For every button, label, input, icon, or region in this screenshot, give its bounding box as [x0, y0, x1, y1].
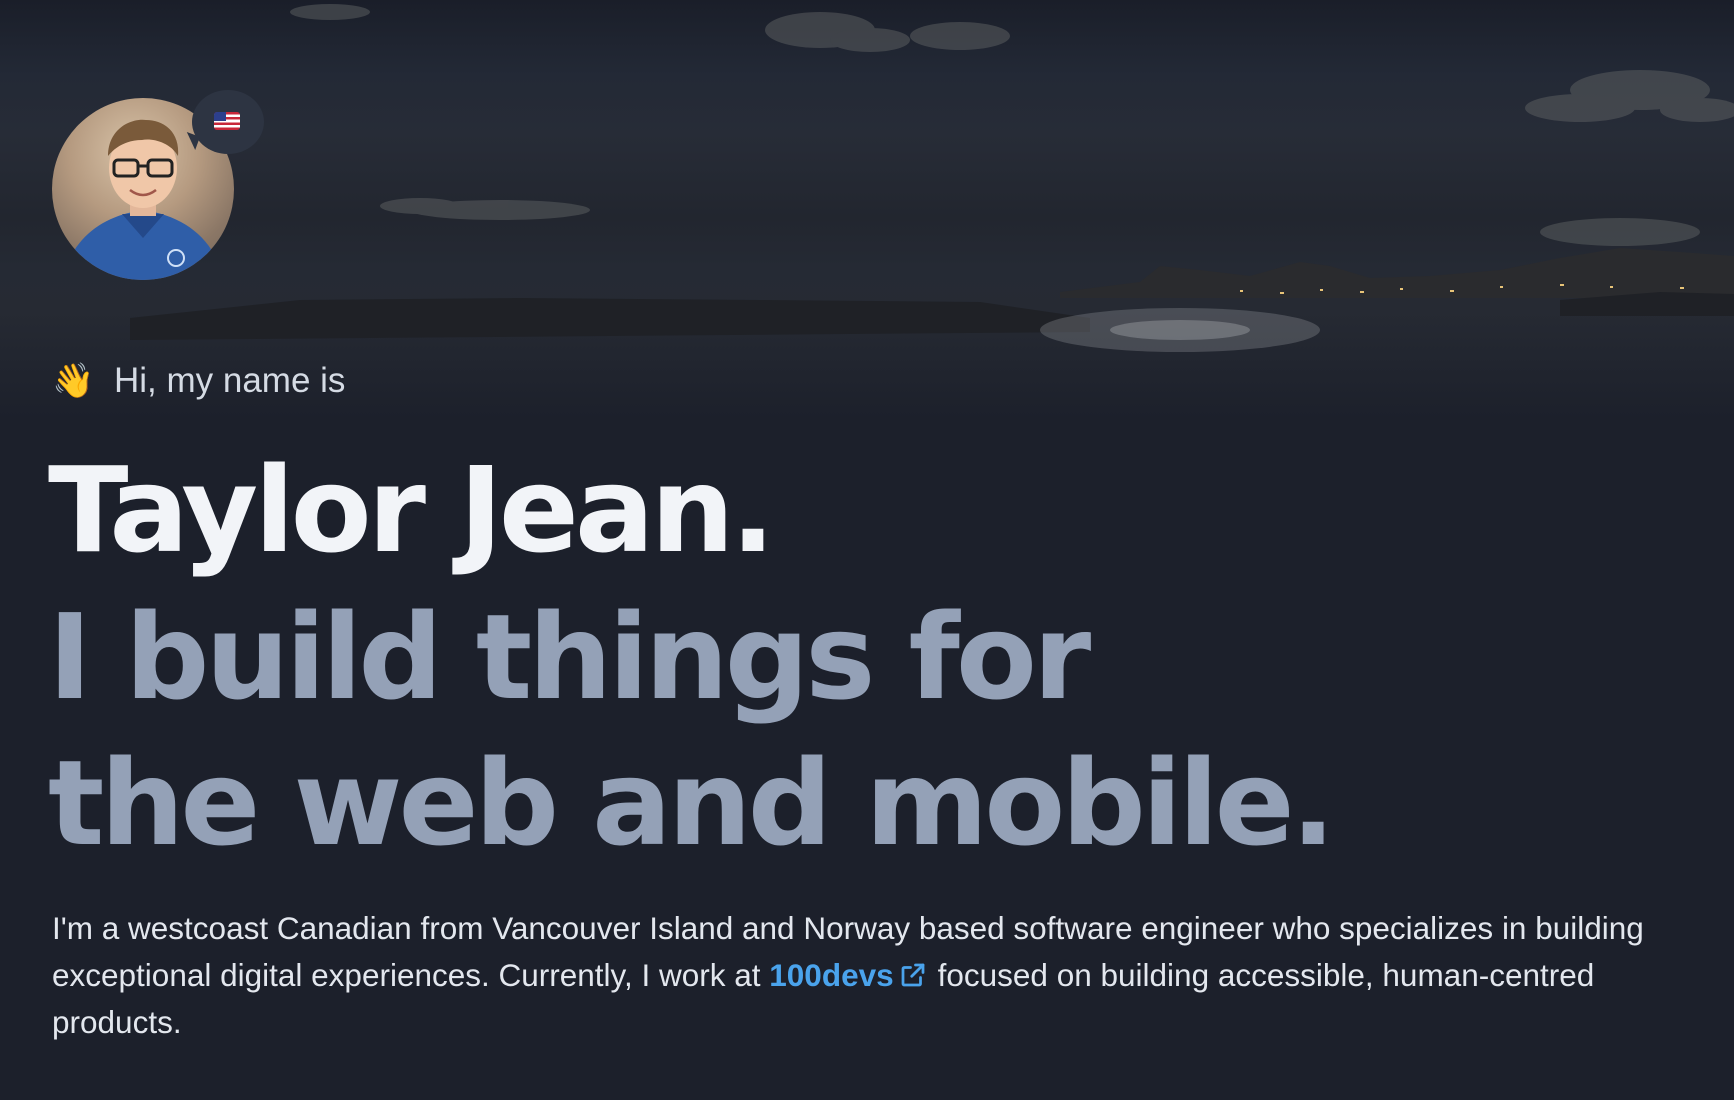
external-link-icon[interactable]: [898, 960, 928, 990]
country-flag-bubble: [192, 90, 264, 154]
tagline-line-1: I build things for: [48, 588, 1091, 726]
greeting-text: Hi, my name is: [114, 361, 346, 400]
hero-name: Taylor Jean.: [48, 441, 775, 579]
company-link-label[interactable]: 100devs: [769, 957, 893, 993]
bio-paragraph: I'm a westcoast Canadian from Vancouver …: [52, 905, 1692, 1046]
company-link-100devs[interactable]: 100devs: [769, 957, 937, 993]
tagline-line-2: the web and mobile.: [48, 734, 1336, 872]
greeting-line: 👋 Hi, my name is: [52, 356, 345, 406]
hero-tagline: I build things for the web and mobile.: [48, 584, 1336, 876]
waving-hand-icon: 👋: [52, 362, 95, 400]
portfolio-hero-page: 👋 Hi, my name is Taylor Jean. I build th…: [0, 0, 1734, 1100]
us-flag-icon: [214, 112, 240, 130]
